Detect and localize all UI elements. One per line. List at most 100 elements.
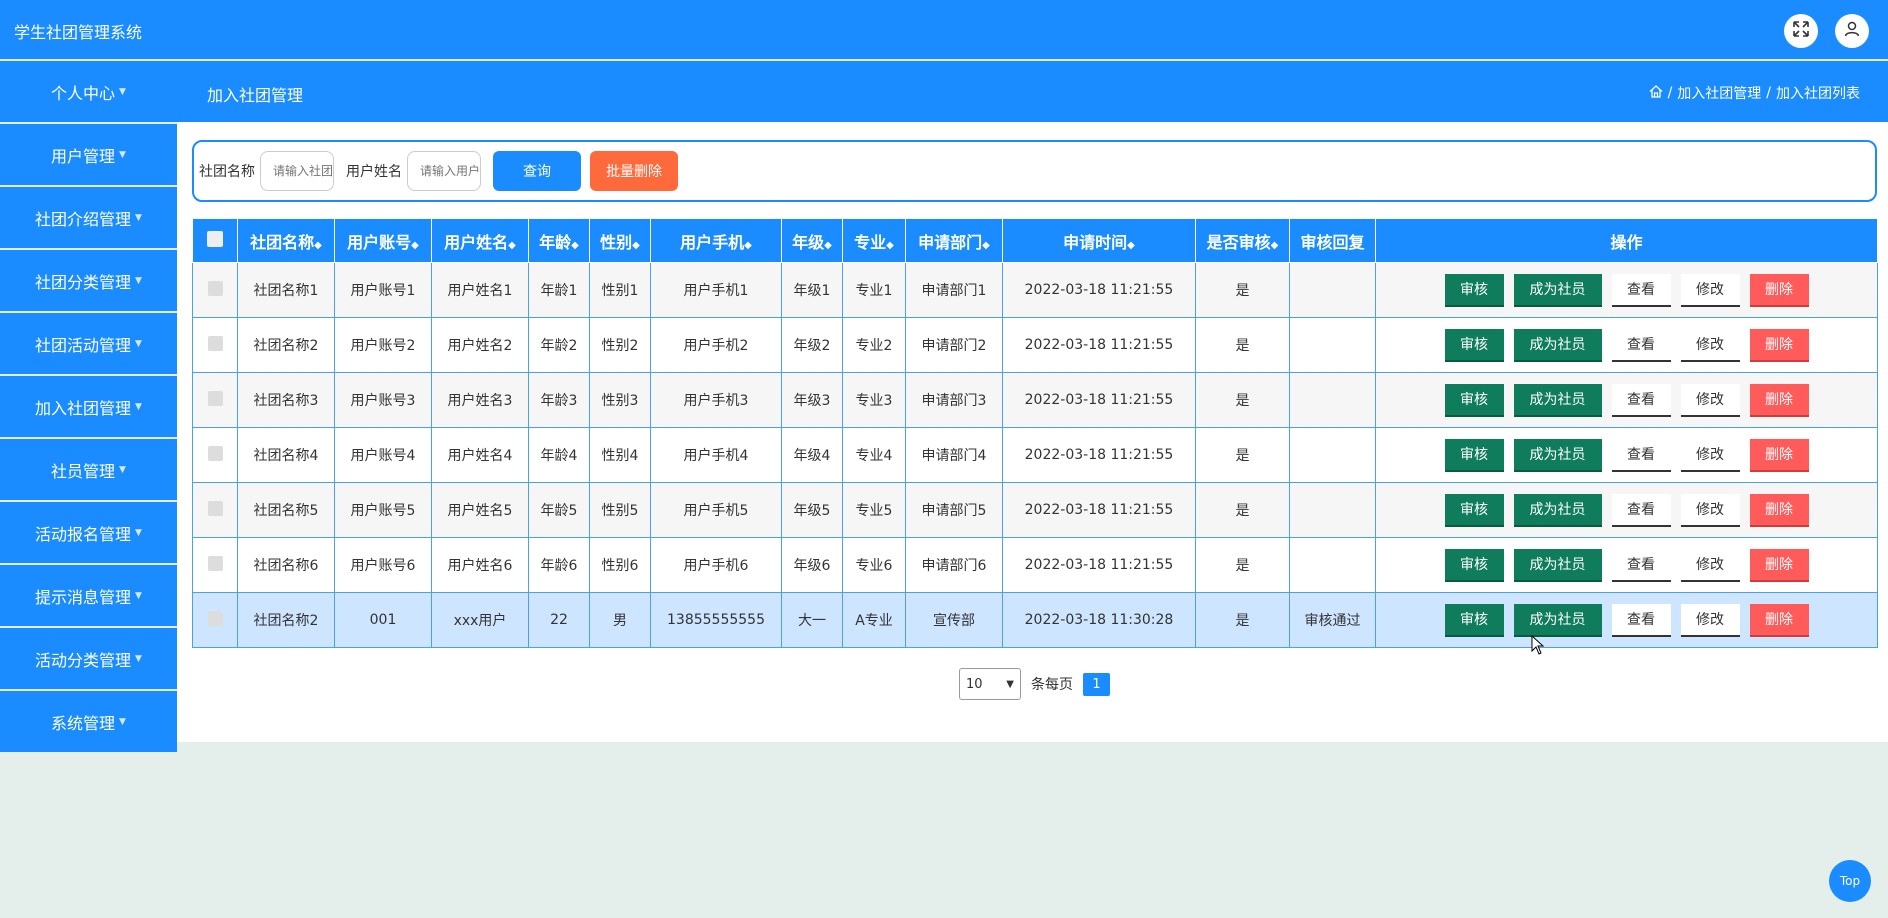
edit-button[interactable]: 修改 [1680,438,1740,472]
column-header[interactable]: 用户手机◆ [650,218,782,263]
delete-button[interactable]: 删除 [1749,328,1809,362]
table-cell [1289,317,1376,373]
become-member-button[interactable]: 成为社员 [1513,438,1602,472]
review-button[interactable]: 审核 [1444,273,1504,307]
table-cell: 用户账号5 [334,482,432,538]
column-header[interactable]: 社团名称◆ [237,218,335,263]
sidebar-item-activity-category[interactable]: 活动分类管理 ▼ [0,628,177,689]
row-checkbox[interactable] [207,390,223,406]
view-button[interactable]: 查看 [1611,328,1671,362]
page-title: 加入社团管理 [207,86,304,105]
sidebar-item-personal-center[interactable]: 个人中心 ▼ [0,61,177,122]
home-icon[interactable] [1649,84,1663,102]
edit-button[interactable]: 修改 [1680,383,1740,417]
sidebar-item-user-management[interactable]: 用户管理 ▼ [0,124,177,185]
row-checkbox[interactable] [207,335,223,351]
row-actions-cell: 审核 成为社员 查看 修改 删除 [1375,262,1878,318]
review-button[interactable]: 审核 [1444,603,1504,637]
review-button[interactable]: 审核 [1444,328,1504,362]
row-actions: 审核 成为社员 查看 修改 删除 [1376,383,1877,417]
row-actions-cell: 审核 成为社员 查看 修改 删除 [1375,537,1878,593]
column-header[interactable]: 专业◆ [842,218,906,263]
sidebar-item-member[interactable]: 社员管理 ▼ [0,439,177,500]
page-button[interactable]: 1 [1083,672,1110,696]
column-header: 操作 [1375,218,1878,263]
fullscreen-button[interactable] [1784,14,1818,48]
become-member-button[interactable]: 成为社员 [1513,603,1602,637]
user-name-input[interactable] [407,151,481,191]
delete-button[interactable]: 删除 [1749,438,1809,472]
review-button[interactable]: 审核 [1444,493,1504,527]
column-header[interactable]: 用户姓名◆ [431,218,529,263]
column-header[interactable]: 是否审核◆ [1195,218,1290,263]
top-bar: 学生社团管理系统 [0,0,1888,59]
batch-delete-button[interactable]: 批量删除 [590,151,678,191]
sidebar-item-join-club[interactable]: 加入社团管理 ▼ [0,376,177,437]
view-button[interactable]: 查看 [1611,603,1671,637]
edit-button[interactable]: 修改 [1680,603,1740,637]
club-name-input[interactable] [260,151,334,191]
table-cell: 社团名称2 [237,592,335,648]
table-cell: 年级6 [781,537,843,593]
column-header[interactable]: 用户账号◆ [334,218,432,263]
table-cell [1289,262,1376,318]
row-checkbox[interactable] [207,555,223,571]
caret-down-icon: ▼ [119,86,126,97]
review-button[interactable]: 审核 [1444,548,1504,582]
edit-button[interactable]: 修改 [1680,328,1740,362]
breadcrumb-item[interactable]: 加入社团管理 [1677,83,1761,103]
page-size-select[interactable]: 10 ▼ [959,668,1021,700]
sidebar-item-system[interactable]: 系统管理 ▼ [0,691,177,752]
table-cell: 男 [589,592,651,648]
edit-button[interactable]: 修改 [1680,273,1740,307]
sidebar-item-notification[interactable]: 提示消息管理 ▼ [0,565,177,626]
become-member-button[interactable]: 成为社员 [1513,328,1602,362]
review-button[interactable]: 审核 [1444,383,1504,417]
user-icon [1843,20,1861,42]
table-cell: 大一 [781,592,843,648]
view-button[interactable]: 查看 [1611,273,1671,307]
view-button[interactable]: 查看 [1611,383,1671,417]
row-checkbox[interactable] [207,280,223,296]
table-cell: 用户手机2 [650,317,782,373]
become-member-button[interactable]: 成为社员 [1513,273,1602,307]
delete-button[interactable]: 删除 [1749,603,1809,637]
column-header[interactable]: 性别◆ [589,218,651,263]
table-cell [1289,537,1376,593]
row-select-cell [192,372,238,428]
back-to-top-button[interactable]: Top [1829,860,1871,902]
caret-down-icon: ▼ [135,401,142,412]
delete-button[interactable]: 删除 [1749,493,1809,527]
row-checkbox[interactable] [207,500,223,516]
delete-button[interactable]: 删除 [1749,273,1809,307]
become-member-button[interactable]: 成为社员 [1513,548,1602,582]
view-button[interactable]: 查看 [1611,438,1671,472]
delete-button[interactable]: 删除 [1749,548,1809,582]
view-button[interactable]: 查看 [1611,548,1671,582]
sidebar-item-club-activity[interactable]: 社团活动管理 ▼ [0,313,177,374]
select-all-checkbox[interactable] [207,230,223,247]
become-member-button[interactable]: 成为社员 [1513,383,1602,417]
user-avatar-button[interactable] [1835,14,1869,48]
become-member-button[interactable]: 成为社员 [1513,493,1602,527]
sidebar-item-club-category[interactable]: 社团分类管理 ▼ [0,250,177,311]
review-button[interactable]: 审核 [1444,438,1504,472]
sidebar-item-club-intro[interactable]: 社团介绍管理 ▼ [0,187,177,248]
row-checkbox[interactable] [207,610,223,626]
row-checkbox[interactable] [207,445,223,461]
table-cell: 用户姓名6 [431,537,529,593]
row-actions: 审核 成为社员 查看 修改 删除 [1376,328,1877,362]
column-header[interactable]: 年级◆ [781,218,843,263]
delete-button[interactable]: 删除 [1749,383,1809,417]
row-actions-cell: 审核 成为社员 查看 修改 删除 [1375,482,1878,538]
sidebar-item-activity-signup[interactable]: 活动报名管理 ▼ [0,502,177,563]
caret-down-icon: ▼ [135,527,142,538]
column-header[interactable]: 申请时间◆ [1002,218,1196,263]
view-button[interactable]: 查看 [1611,493,1671,527]
edit-button[interactable]: 修改 [1680,548,1740,582]
column-header[interactable]: 年龄◆ [528,218,590,263]
edit-button[interactable]: 修改 [1680,493,1740,527]
breadcrumb: / 加入社团管理 / 加入社团列表 [1649,83,1860,103]
query-button[interactable]: 查询 [493,151,581,191]
column-header[interactable]: 申请部门◆ [905,218,1003,263]
